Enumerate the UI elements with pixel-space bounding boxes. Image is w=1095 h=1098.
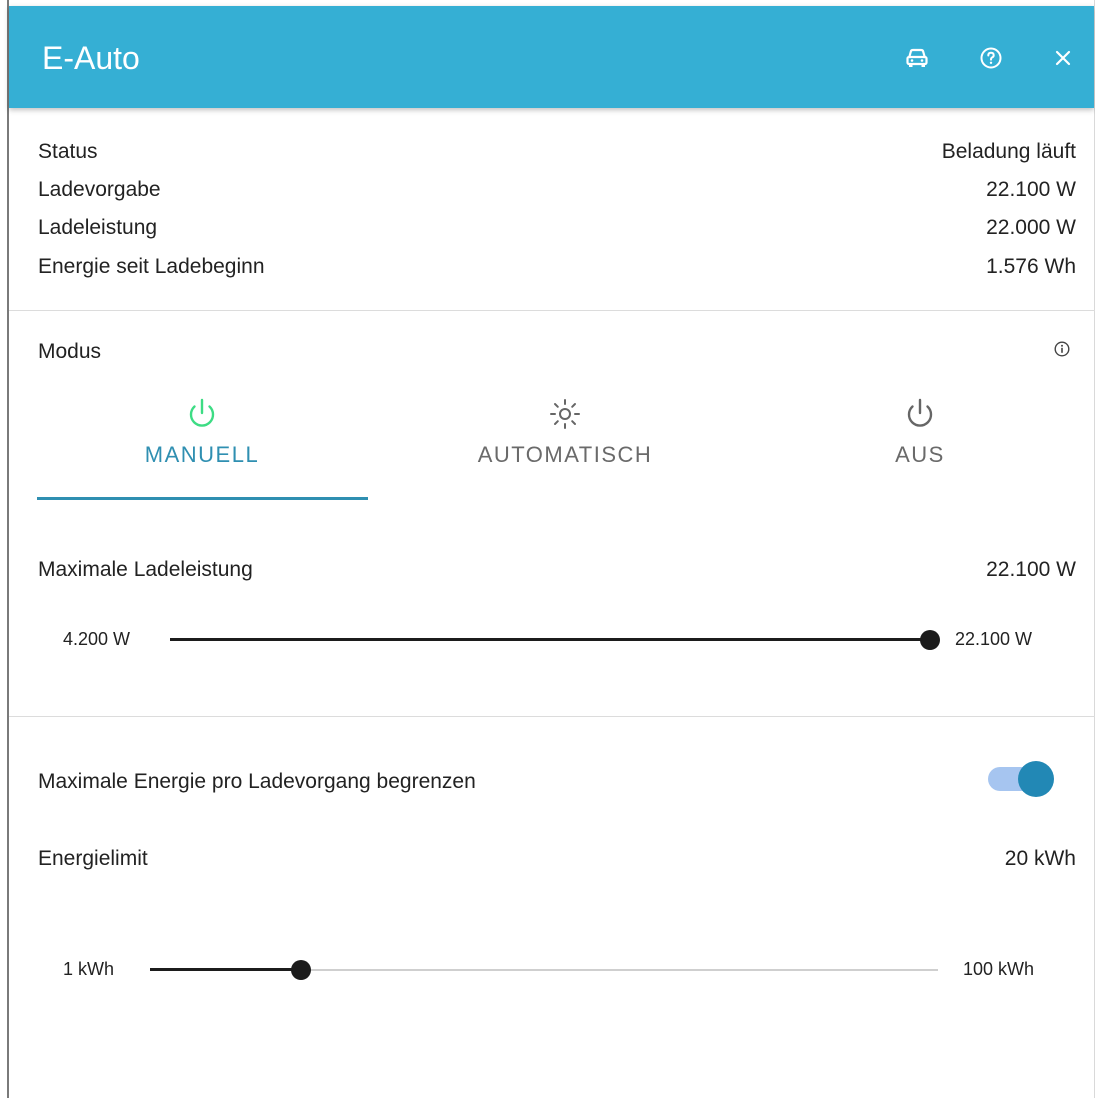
power-off-icon: [907, 398, 933, 427]
slider-thumb[interactable]: [920, 630, 940, 650]
slider-fill: [150, 968, 302, 971]
energy-limit-row: Energielimit 20 kWh: [38, 844, 1076, 874]
tab-manuell[interactable]: MANUELL: [37, 394, 367, 504]
close-icon: [1055, 50, 1071, 66]
ladevorgabe-value: 22.100 W: [986, 178, 1076, 201]
energy-since-start-value: 1.576 Wh: [986, 255, 1076, 278]
max-power-slider[interactable]: [170, 628, 940, 652]
ladevorgabe-row: Ladevorgabe 22.100 W: [38, 175, 1076, 205]
ladeleistung-label: Ladeleistung: [38, 216, 158, 239]
energy-limit-min-label: 1 kWh: [63, 959, 115, 979]
energy-since-start-row: Energie seit Ladebeginn 1.576 Wh: [38, 252, 1076, 282]
sun-icon: [550, 399, 580, 429]
car-icon: [906, 48, 928, 67]
energy-limit-toggle-row: Maximale Energie pro Ladevorgang begrenz…: [38, 767, 938, 797]
help-button[interactable]: [977, 44, 1005, 72]
ladeleistung-value: 22.000 W: [986, 216, 1076, 239]
max-power-label: Maximale Ladeleistung: [38, 558, 253, 581]
help-circle-icon: [980, 47, 1002, 69]
power-icon: [189, 398, 215, 427]
dialog-header: E-Auto: [9, 6, 1094, 108]
energy-limit-value: 20 kWh: [1004, 847, 1076, 870]
close-button[interactable]: [1049, 44, 1077, 72]
status-row: Status Beladung läuft: [38, 137, 1076, 167]
tab-automatisch-label: AUTOMATISCH: [477, 442, 653, 467]
car-button[interactable]: [903, 44, 931, 72]
status-label: Status: [38, 140, 98, 163]
max-power-min-label: 4.200 W: [63, 629, 131, 649]
max-power-max-label: 22.100 W: [955, 629, 1033, 649]
energy-limit-slider[interactable]: [150, 958, 938, 982]
ladevorgabe-label: Ladevorgabe: [38, 178, 161, 201]
slider-thumb[interactable]: [291, 960, 312, 980]
info-icon[interactable]: [1054, 341, 1070, 357]
tab-aus-label: AUS: [895, 442, 945, 467]
mode-label: Modus: [38, 340, 102, 363]
section-divider: [9, 716, 1095, 717]
section-divider: [9, 310, 1095, 311]
max-power-value: 22.100 W: [986, 558, 1076, 581]
window-left-border: [7, 0, 9, 1098]
energy-since-start-label: Energie seit Ladebeginn: [38, 255, 265, 278]
tab-manuell-label: MANUELL: [144, 442, 260, 467]
active-tab-indicator: [37, 497, 368, 500]
status-value: Beladung läuft: [941, 140, 1076, 163]
energy-limit-label: Energielimit: [38, 847, 148, 870]
ladeleistung-row: Ladeleistung 22.000 W: [38, 213, 1076, 243]
energy-limit-toggle[interactable]: [988, 759, 1056, 799]
tab-automatisch[interactable]: AUTOMATISCH: [400, 394, 730, 504]
dialog-title: E-Auto: [42, 40, 140, 76]
slider-fill: [170, 638, 930, 641]
tab-aus[interactable]: AUS: [755, 394, 1085, 504]
energy-limit-max-label: 100 kWh: [963, 959, 1035, 979]
toggle-knob: [1018, 761, 1054, 797]
energy-limit-toggle-label: Maximale Energie pro Ladevorgang begrenz…: [38, 770, 476, 793]
max-power-row: Maximale Ladeleistung 22.100 W: [38, 555, 1076, 585]
